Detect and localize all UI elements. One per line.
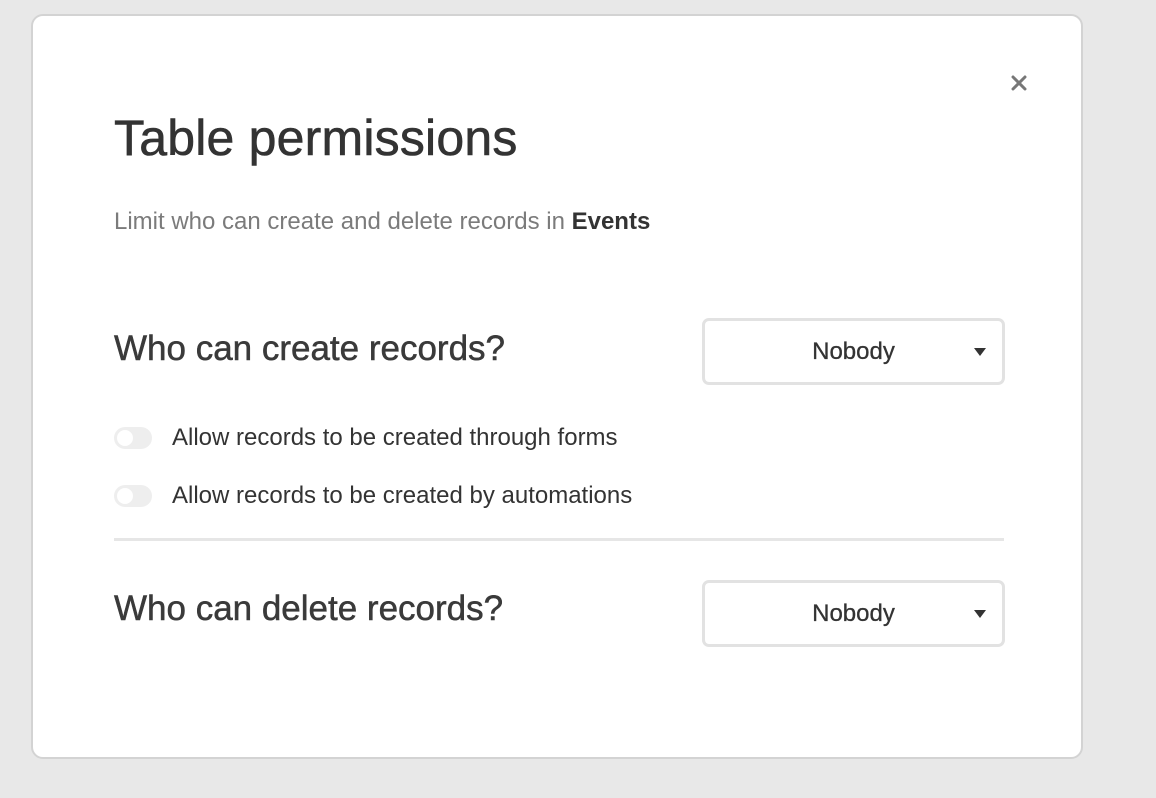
automations-toggle-label: Allow records to be created by automatio… [172, 482, 633, 509]
table-permissions-modal: Table permissions Limit who can create a… [31, 14, 1083, 759]
create-permission-value: Nobody [812, 337, 895, 365]
delete-permission-select[interactable]: Nobody [702, 580, 1005, 647]
close-button[interactable] [1006, 70, 1032, 96]
create-permission-select[interactable]: Nobody [702, 318, 1005, 385]
create-records-heading: Who can create records? [114, 329, 506, 369]
chevron-down-icon [974, 347, 986, 356]
forms-toggle-row[interactable]: Allow records to be created through form… [114, 424, 618, 453]
divider [114, 538, 1004, 541]
close-icon [1011, 75, 1027, 91]
subtitle-text: Limit who can create and delete records … [114, 208, 572, 235]
chevron-down-icon [974, 609, 986, 618]
toggle-knob [117, 430, 133, 447]
table-name: Events [571, 208, 651, 235]
automations-toggle[interactable] [114, 485, 152, 508]
toggle-knob [117, 488, 133, 505]
delete-records-heading: Who can delete records? [114, 589, 504, 629]
forms-toggle-label: Allow records to be created through form… [172, 424, 618, 451]
forms-toggle[interactable] [114, 427, 152, 450]
modal-title: Table permissions [114, 110, 518, 167]
automations-toggle-row[interactable]: Allow records to be created by automatio… [114, 482, 632, 511]
modal-subtitle: Limit who can create and delete records … [114, 208, 650, 237]
delete-permission-value: Nobody [812, 599, 895, 627]
